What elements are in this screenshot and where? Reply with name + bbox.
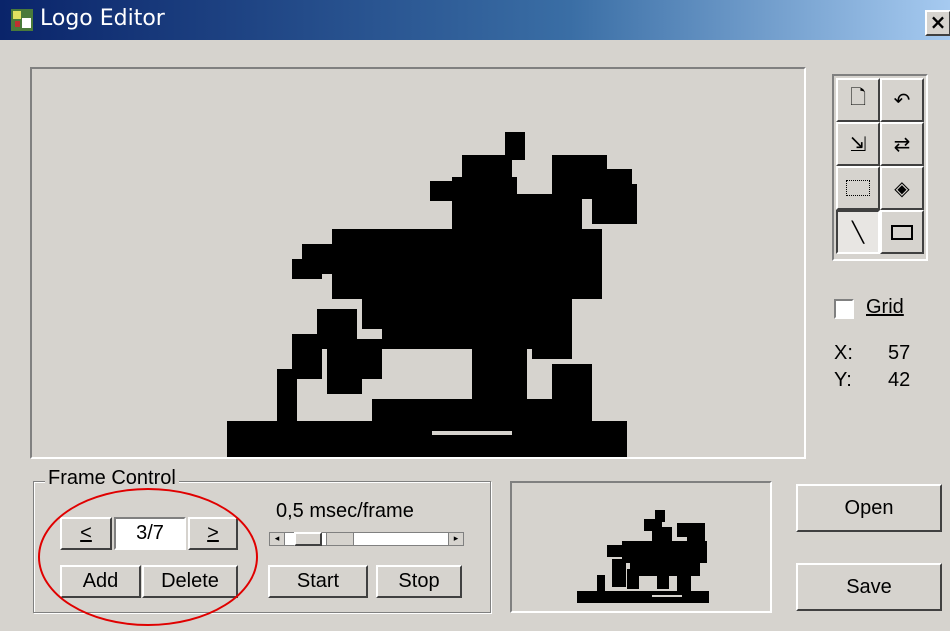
add-frame-label: Add bbox=[82, 570, 119, 592]
import-icon[interactable]: ⇲ bbox=[836, 122, 880, 166]
open-label: Open bbox=[844, 496, 894, 519]
delete-frame-button[interactable]: Delete bbox=[142, 565, 238, 598]
x-coord-value: 57 bbox=[888, 342, 911, 364]
app-icon bbox=[11, 9, 33, 31]
add-frame-button[interactable]: Add bbox=[60, 565, 141, 598]
line-icon[interactable]: ╲ bbox=[836, 210, 880, 254]
undo-icon[interactable]: ↶ bbox=[880, 78, 924, 122]
preview-panel bbox=[510, 481, 772, 613]
x-coord-label: X: bbox=[834, 342, 853, 364]
save-label: Save bbox=[846, 575, 892, 598]
start-label: Start bbox=[296, 570, 340, 592]
fill-icon[interactable]: ◈ bbox=[880, 166, 924, 210]
slider-right-arrow-icon[interactable]: ▸ bbox=[448, 533, 463, 545]
grid-checkbox[interactable] bbox=[834, 299, 854, 319]
window-title: Logo Editor bbox=[40, 6, 165, 31]
open-button[interactable]: Open bbox=[796, 484, 942, 532]
grid-label: Grid bbox=[866, 296, 904, 318]
slider-thumb[interactable] bbox=[294, 532, 322, 546]
next-frame-label: > bbox=[207, 522, 219, 544]
next-frame-button[interactable]: > bbox=[188, 517, 238, 550]
start-button[interactable]: Start bbox=[268, 565, 368, 598]
new-icon[interactable]: 🗋 bbox=[836, 78, 880, 122]
select-rect-icon[interactable] bbox=[836, 166, 880, 210]
close-button[interactable]: × bbox=[925, 10, 950, 36]
rectangle-icon[interactable] bbox=[880, 210, 924, 254]
slider-segment bbox=[326, 533, 354, 545]
stop-label: Stop bbox=[398, 570, 440, 592]
frame-control-title: Frame Control bbox=[45, 467, 179, 490]
title-bar[interactable]: Logo Editor × bbox=[0, 0, 950, 40]
speed-label: 0,5 msec/frame bbox=[276, 500, 414, 522]
prev-frame-button[interactable]: < bbox=[60, 517, 112, 550]
speed-slider[interactable]: ◂ ▸ bbox=[269, 532, 464, 546]
logo-editor-window: Logo Editor × 🗋 ↶ ⇲ ⇄ ◈ ╲ Grid X: 57 Y: … bbox=[0, 0, 950, 631]
swap-icon[interactable]: ⇄ bbox=[880, 122, 924, 166]
y-coord-label: Y: bbox=[834, 369, 852, 391]
save-button[interactable]: Save bbox=[796, 563, 942, 611]
stop-button[interactable]: Stop bbox=[376, 565, 462, 598]
y-coord-value: 42 bbox=[888, 369, 911, 391]
delete-frame-label: Delete bbox=[161, 570, 219, 592]
slider-left-arrow-icon[interactable]: ◂ bbox=[270, 533, 285, 545]
frame-counter-field[interactable]: 3/7 bbox=[114, 517, 186, 550]
prev-frame-label: < bbox=[80, 522, 92, 544]
horse-rider-preview bbox=[577, 510, 709, 603]
edit-canvas[interactable] bbox=[30, 67, 806, 459]
horse-rider-image bbox=[227, 132, 637, 457]
toolbox-panel: 🗋 ↶ ⇲ ⇄ ◈ ╲ bbox=[832, 74, 928, 261]
